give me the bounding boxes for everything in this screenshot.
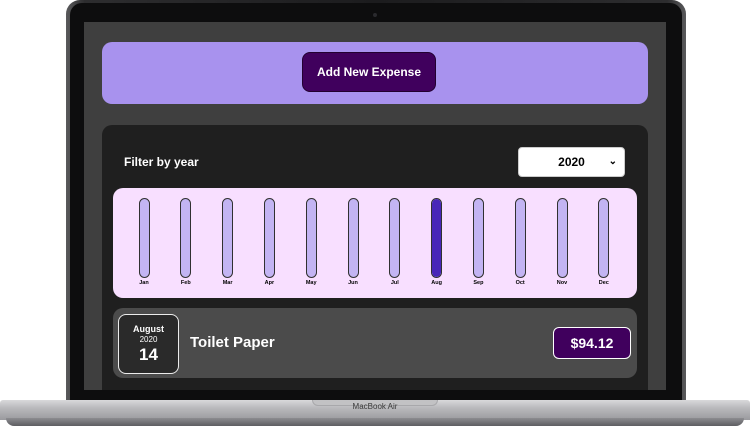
chart-bar-feb: Feb — [171, 198, 201, 290]
device-label: MacBook Air — [352, 402, 398, 411]
chart-bar-jun: Jun — [338, 198, 368, 290]
chart-bar-label: Jul — [390, 280, 399, 286]
chart-bar-track — [347, 198, 359, 278]
chart-bar-label: May — [305, 280, 317, 286]
app-screen: Add New Expense Filter by year 2020 ⌄ Ja… — [84, 22, 666, 390]
expenses-card: Filter by year 2020 ⌄ Jan Feb Mar Apr May Jun… — [102, 125, 648, 390]
chevron-down-icon: ⌄ — [608, 156, 617, 167]
chart-bar-label: Oct — [515, 280, 525, 286]
chart-bar-track — [222, 198, 234, 278]
chart-bar-track — [598, 198, 610, 278]
year-select-value: 2020 — [558, 155, 585, 169]
chart-bar-label: Feb — [180, 280, 191, 286]
chart-bar-track — [431, 198, 443, 278]
expense-item[interactable]: August 2020 14 Toilet Paper $94.12 — [113, 308, 637, 378]
chart-bar-nov: Nov — [547, 198, 577, 290]
chart-bar-track — [514, 198, 526, 278]
chart-bar-label: Mar — [222, 280, 233, 286]
chart-bar-sep: Sep — [463, 198, 493, 290]
chart-bar-label: Jun — [348, 280, 358, 286]
laptop-base-bottom — [6, 418, 744, 426]
new-expense-card: Add New Expense — [102, 42, 648, 104]
expense-date-day: 14 — [139, 344, 158, 364]
chart-bar-track — [180, 198, 192, 278]
chart-bar-oct: Oct — [505, 198, 535, 290]
chart-bar-label: Aug — [431, 280, 442, 286]
chart-bar-mar: Mar — [213, 198, 243, 290]
chart-bar-jan: Jan — [129, 198, 159, 290]
chart-bar-track — [556, 198, 568, 278]
chart-bar-track — [263, 198, 275, 278]
camera-icon — [373, 13, 377, 17]
add-new-expense-button[interactable]: Add New Expense — [302, 52, 436, 92]
chart-bar-jul: Jul — [380, 198, 410, 290]
filter-label: Filter by year — [124, 155, 199, 169]
expense-title: Toilet Paper — [190, 334, 275, 351]
expense-date-year: 2020 — [139, 334, 158, 344]
chart-bar-track — [305, 198, 317, 278]
chart-bar-may: May — [296, 198, 326, 290]
year-select[interactable]: 2020 ⌄ — [518, 147, 625, 177]
chart-bar-label: Jan — [139, 280, 149, 286]
chart-bar-track — [138, 198, 150, 278]
chart-bar-dec: Dec — [589, 198, 619, 290]
chart-bar-aug: Aug — [422, 198, 452, 290]
expenses-chart: Jan Feb Mar Apr May Jun Jul Aug Sep Oct Nov Dec — [113, 188, 637, 298]
chart-bar-apr: Apr — [254, 198, 284, 290]
laptop-frame: Add New Expense Filter by year 2020 ⌄ Ja… — [0, 0, 750, 431]
chart-bar-fill — [432, 199, 442, 277]
chart-bar-label: Dec — [598, 280, 609, 286]
expense-date: August 2020 14 — [118, 314, 179, 374]
chart-bar-label: Sep — [473, 280, 484, 286]
chart-bar-track — [389, 198, 401, 278]
chart-bar-track — [472, 198, 484, 278]
expense-date-month: August — [133, 323, 164, 334]
expense-amount: $94.12 — [553, 327, 631, 359]
chart-bar-label: Apr — [264, 280, 275, 286]
chart-bar-label: Nov — [556, 280, 568, 286]
